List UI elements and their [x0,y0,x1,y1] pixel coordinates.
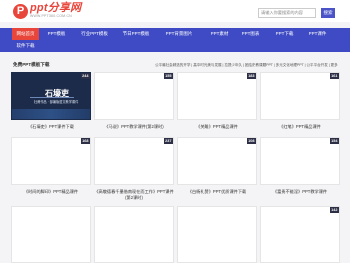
card-thumbnail[interactable]: 155 [94,72,174,120]
view-count-badge: 108 [246,138,256,144]
nav-item-ppt-courseware[interactable]: PPT课件 [305,28,330,40]
view-count-badge: 244 [80,73,90,79]
nav-item-ppt-download[interactable]: PPT下载 [272,28,297,40]
card-thumbnail[interactable]: 161 [260,72,340,120]
site-header: P ppt分享网 WWW.PPT360.COM.CN 请输入你要搜索的内容 搜索 [0,0,350,22]
nav-item-holiday-templates[interactable]: 节日PPT模板 [118,28,154,40]
nav-item-software[interactable]: 软件下载 [12,40,39,52]
nav-item-home[interactable]: 网站首页 [12,28,39,40]
nav-item-ppt-charts[interactable]: PPT图表 [238,28,263,40]
view-count-badge: 155 [163,73,173,79]
view-count-badge: 161 [329,73,339,79]
card-thumbnail[interactable]: 108 [177,137,257,185]
view-count-badge: 183 [246,73,256,79]
thumbnail-divider [30,97,74,98]
logo-icon: P [13,3,28,19]
card-caption[interactable]: 《石壕吏》PPT课件下载 [11,124,91,130]
card-thumbnail[interactable] [94,206,174,263]
card-thumbnail[interactable]: 154 [260,137,340,185]
main-nav: 网站首页 PPT模板 行业PPT模板 节日PPT模板 PPT背景图片 PPT素材… [0,28,350,52]
view-count-badge: 168 [80,138,90,144]
section-header: 免费PPT模板下载 公平最社会精选的开学 | 高中时光美与发展 | 拉提少年久 … [11,61,341,70]
card-caption[interactable]: 《高敬德春千墨借南现在而工作》PPT课件(第2课时) [94,189,174,200]
search-button[interactable]: 搜索 [321,8,335,18]
card-thumbnail[interactable]: 183 [177,72,257,120]
card-thumbnail[interactable] [177,206,257,263]
nav-item-industry-templates[interactable]: 行业PPT模板 [77,28,112,40]
card-caption[interactable]: 《富贵不能淫》PPT教学课件 [260,189,340,195]
card-caption[interactable]: 《时间的脚印》PPT精品课件 [11,189,91,195]
card-thumbnail[interactable] [11,206,91,263]
card-caption[interactable]: 《红笔》PPT精品课件 [260,124,340,130]
card-thumbnail[interactable]: 237 [94,137,174,185]
card-caption[interactable]: 《关雎》PPT精品课件 [177,124,257,130]
search-input[interactable]: 请输入你要搜索的内容 [258,8,316,18]
card-caption[interactable]: 《白杨礼赞》PPT优质课件下载 [177,189,257,195]
logo-domain: WWW.PPT360.COM.CN [30,14,72,19]
thumbnail-subtitle: 杜甫作品 · 部编版语文教学课件 [34,100,79,104]
nav-item-ppt-assets[interactable]: PPT素材 [207,28,232,40]
thumbnail-decoration [12,109,90,119]
section-links[interactable]: 公平最社会精选的开学 | 高中时光美与发展 | 拉提少年久 | 团结史教课题PP… [155,63,338,68]
site-logo[interactable]: P ppt分享网 WWW.PPT360.COM.CN [13,3,81,19]
nav-item-ppt-backgrounds[interactable]: PPT背景图片 [160,28,198,40]
view-count-badge: 237 [163,138,173,144]
card-thumbnail[interactable]: 168 [11,137,91,185]
nav-item-ppt-templates[interactable]: PPT模板 [43,28,70,40]
logo-name: ppt分享网 [30,2,82,15]
view-count-badge: 142 [329,207,339,213]
view-count-badge: 154 [329,138,339,144]
section-title: 免费PPT模板下载 [13,62,50,67]
card-thumbnail[interactable]: 142 [260,206,340,263]
card-thumbnail[interactable]: 石壕吏 杜甫作品 · 部编版语文教学课件 244 [11,72,91,120]
card-caption[interactable]: 《马说》PPT教学课件(第2课时) [94,124,174,130]
